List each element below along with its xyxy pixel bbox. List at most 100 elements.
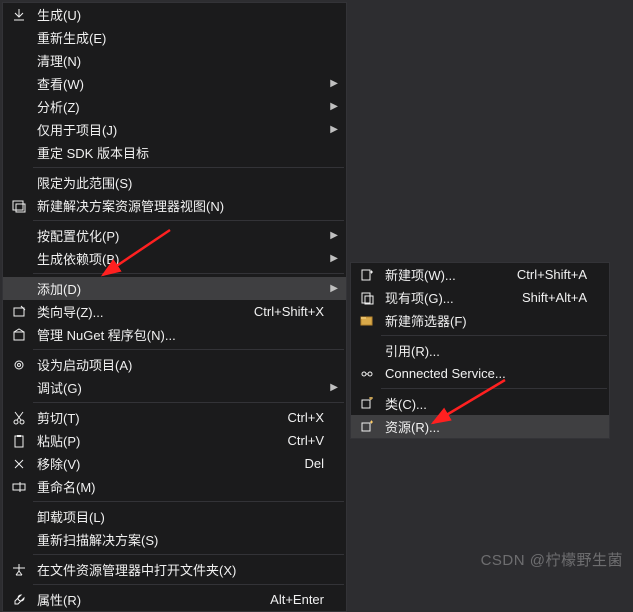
mainMenu-item-debug[interactable]: 调试(G)▶ (3, 376, 346, 399)
subMenu-item-new-item[interactable]: 新建项(W)...Ctrl+Shift+A (351, 263, 609, 286)
blank (7, 141, 31, 164)
menu-separator (33, 167, 344, 168)
mainMenu-item-analyze[interactable]: 分析(Z)▶ (3, 95, 346, 118)
menu-item-label: 现有项(G)... (379, 288, 512, 307)
menu-separator (381, 335, 607, 336)
menu-item-label: 引用(R)... (379, 341, 587, 360)
subMenu-item-class[interactable]: 类(C)... (351, 392, 609, 415)
mainMenu-item-remove[interactable]: 移除(V)Del (3, 452, 346, 475)
nuget-icon (7, 323, 31, 346)
mainMenu-item-cut[interactable]: 剪切(T)Ctrl+X (3, 406, 346, 429)
filter-icon (355, 309, 379, 332)
blank (355, 339, 379, 362)
blank (7, 505, 31, 528)
mainMenu-item-rescan[interactable]: 重新扫描解决方案(S) (3, 528, 346, 551)
menu-item-label: 类向导(Z)... (31, 302, 244, 321)
menu-separator (33, 220, 344, 221)
submenu-arrow-icon: ▶ (324, 101, 338, 112)
menu-item-label: 重新扫描解决方案(S) (31, 530, 324, 549)
submenu-arrow-icon: ▶ (324, 78, 338, 89)
menu-separator (381, 388, 607, 389)
mainMenu-item-paste[interactable]: 粘贴(P)Ctrl+V (3, 429, 346, 452)
menu-item-label: 添加(D) (31, 279, 324, 298)
menu-item-label: 生成(U) (31, 5, 324, 24)
newview-icon (7, 194, 31, 217)
menu-item-label: 生成依赖项(B) (31, 249, 324, 268)
menu-separator (33, 584, 344, 585)
blank (7, 528, 31, 551)
blank (7, 247, 31, 270)
mainMenu-item-view[interactable]: 查看(W)▶ (3, 72, 346, 95)
paste-icon (7, 429, 31, 452)
menu-item-shortcut: Del (294, 456, 324, 471)
mainMenu-item-nuget[interactable]: 管理 NuGet 程序包(N)... (3, 323, 346, 346)
menu-item-label: 管理 NuGet 程序包(N)... (31, 325, 324, 344)
menu-item-label: 重命名(M) (31, 477, 324, 496)
menu-item-label: 剪切(T) (31, 408, 278, 427)
menu-item-label: 新建解决方案资源管理器视图(N) (31, 196, 324, 215)
resource-icon (355, 415, 379, 438)
mainMenu-item-project-only[interactable]: 仅用于项目(J)▶ (3, 118, 346, 141)
mainMenu-item-properties[interactable]: 属性(R)Alt+Enter (3, 588, 346, 611)
class-icon (355, 392, 379, 415)
menu-item-shortcut: Ctrl+V (278, 433, 324, 448)
menu-item-label: 移除(V) (31, 454, 294, 473)
subMenu-item-exist-item[interactable]: 现有项(G)...Shift+Alt+A (351, 286, 609, 309)
submenu-arrow-icon: ▶ (324, 124, 338, 135)
menu-item-shortcut: Alt+Enter (260, 592, 324, 607)
menu-separator (33, 273, 344, 274)
mainMenu-item-clean[interactable]: 清理(N) (3, 49, 346, 72)
mainMenu-item-add[interactable]: 添加(D)▶ (3, 277, 346, 300)
mainMenu-item-startup[interactable]: 设为启动项目(A) (3, 353, 346, 376)
cut-icon (7, 406, 31, 429)
blank (7, 376, 31, 399)
service-icon (355, 362, 379, 385)
submenu-arrow-icon: ▶ (324, 230, 338, 241)
context-menu-add-submenu: 新建项(W)...Ctrl+Shift+A现有项(G)...Shift+Alt+… (350, 262, 610, 439)
blank (7, 277, 31, 300)
menu-item-label: 在文件资源管理器中打开文件夹(X) (31, 560, 324, 579)
menu-item-label: Connected Service... (379, 366, 587, 381)
blank (7, 49, 31, 72)
mainMenu-item-build[interactable]: 生成(U) (3, 3, 346, 26)
menu-item-label: 按配置优化(P) (31, 226, 324, 245)
wrench-icon (7, 588, 31, 611)
mainMenu-item-pgo[interactable]: 按配置优化(P)▶ (3, 224, 346, 247)
menu-item-label: 仅用于项目(J) (31, 120, 324, 139)
mainMenu-item-retarget-sdk[interactable]: 重定 SDK 版本目标 (3, 141, 346, 164)
mainMenu-item-class-wizard[interactable]: 类向导(Z)...Ctrl+Shift+X (3, 300, 346, 323)
menu-item-label: 分析(Z) (31, 97, 324, 116)
menu-item-label: 清理(N) (31, 51, 324, 70)
mainMenu-item-rename[interactable]: 重命名(M) (3, 475, 346, 498)
mainMenu-item-build-deps[interactable]: 生成依赖项(B)▶ (3, 247, 346, 270)
subMenu-item-reference[interactable]: 引用(R)... (351, 339, 609, 362)
mainMenu-item-new-view[interactable]: 新建解决方案资源管理器视图(N) (3, 194, 346, 217)
subMenu-item-connected[interactable]: Connected Service... (351, 362, 609, 385)
menu-item-label: 属性(R) (31, 590, 260, 609)
menu-item-label: 重定 SDK 版本目标 (31, 143, 324, 162)
menu-item-label: 类(C)... (379, 394, 587, 413)
menu-item-shortcut: Ctrl+X (278, 410, 324, 425)
menu-separator (33, 501, 344, 502)
watermark: CSDN @柠檬野生菌 (481, 549, 623, 570)
wizard-icon (7, 300, 31, 323)
menu-separator (33, 402, 344, 403)
subMenu-item-resource[interactable]: 资源(R)... (351, 415, 609, 438)
menu-item-label: 查看(W) (31, 74, 324, 93)
subMenu-item-new-filter[interactable]: 新建筛选器(F) (351, 309, 609, 332)
menu-item-label: 调试(G) (31, 378, 324, 397)
submenu-arrow-icon: ▶ (324, 253, 338, 264)
mainMenu-item-unload[interactable]: 卸载项目(L) (3, 505, 346, 528)
blank (7, 224, 31, 247)
rename-icon (7, 475, 31, 498)
blank (7, 171, 31, 194)
build-icon (7, 3, 31, 26)
submenu-arrow-icon: ▶ (324, 283, 338, 294)
menu-item-shortcut: Ctrl+Shift+A (507, 267, 587, 282)
mainMenu-item-rebuild[interactable]: 重新生成(E) (3, 26, 346, 49)
menu-item-label: 新建筛选器(F) (379, 311, 587, 330)
menu-item-label: 限定为此范围(S) (31, 173, 324, 192)
mainMenu-item-scope[interactable]: 限定为此范围(S) (3, 171, 346, 194)
blank (7, 95, 31, 118)
menu-item-shortcut: Ctrl+Shift+X (244, 304, 324, 319)
